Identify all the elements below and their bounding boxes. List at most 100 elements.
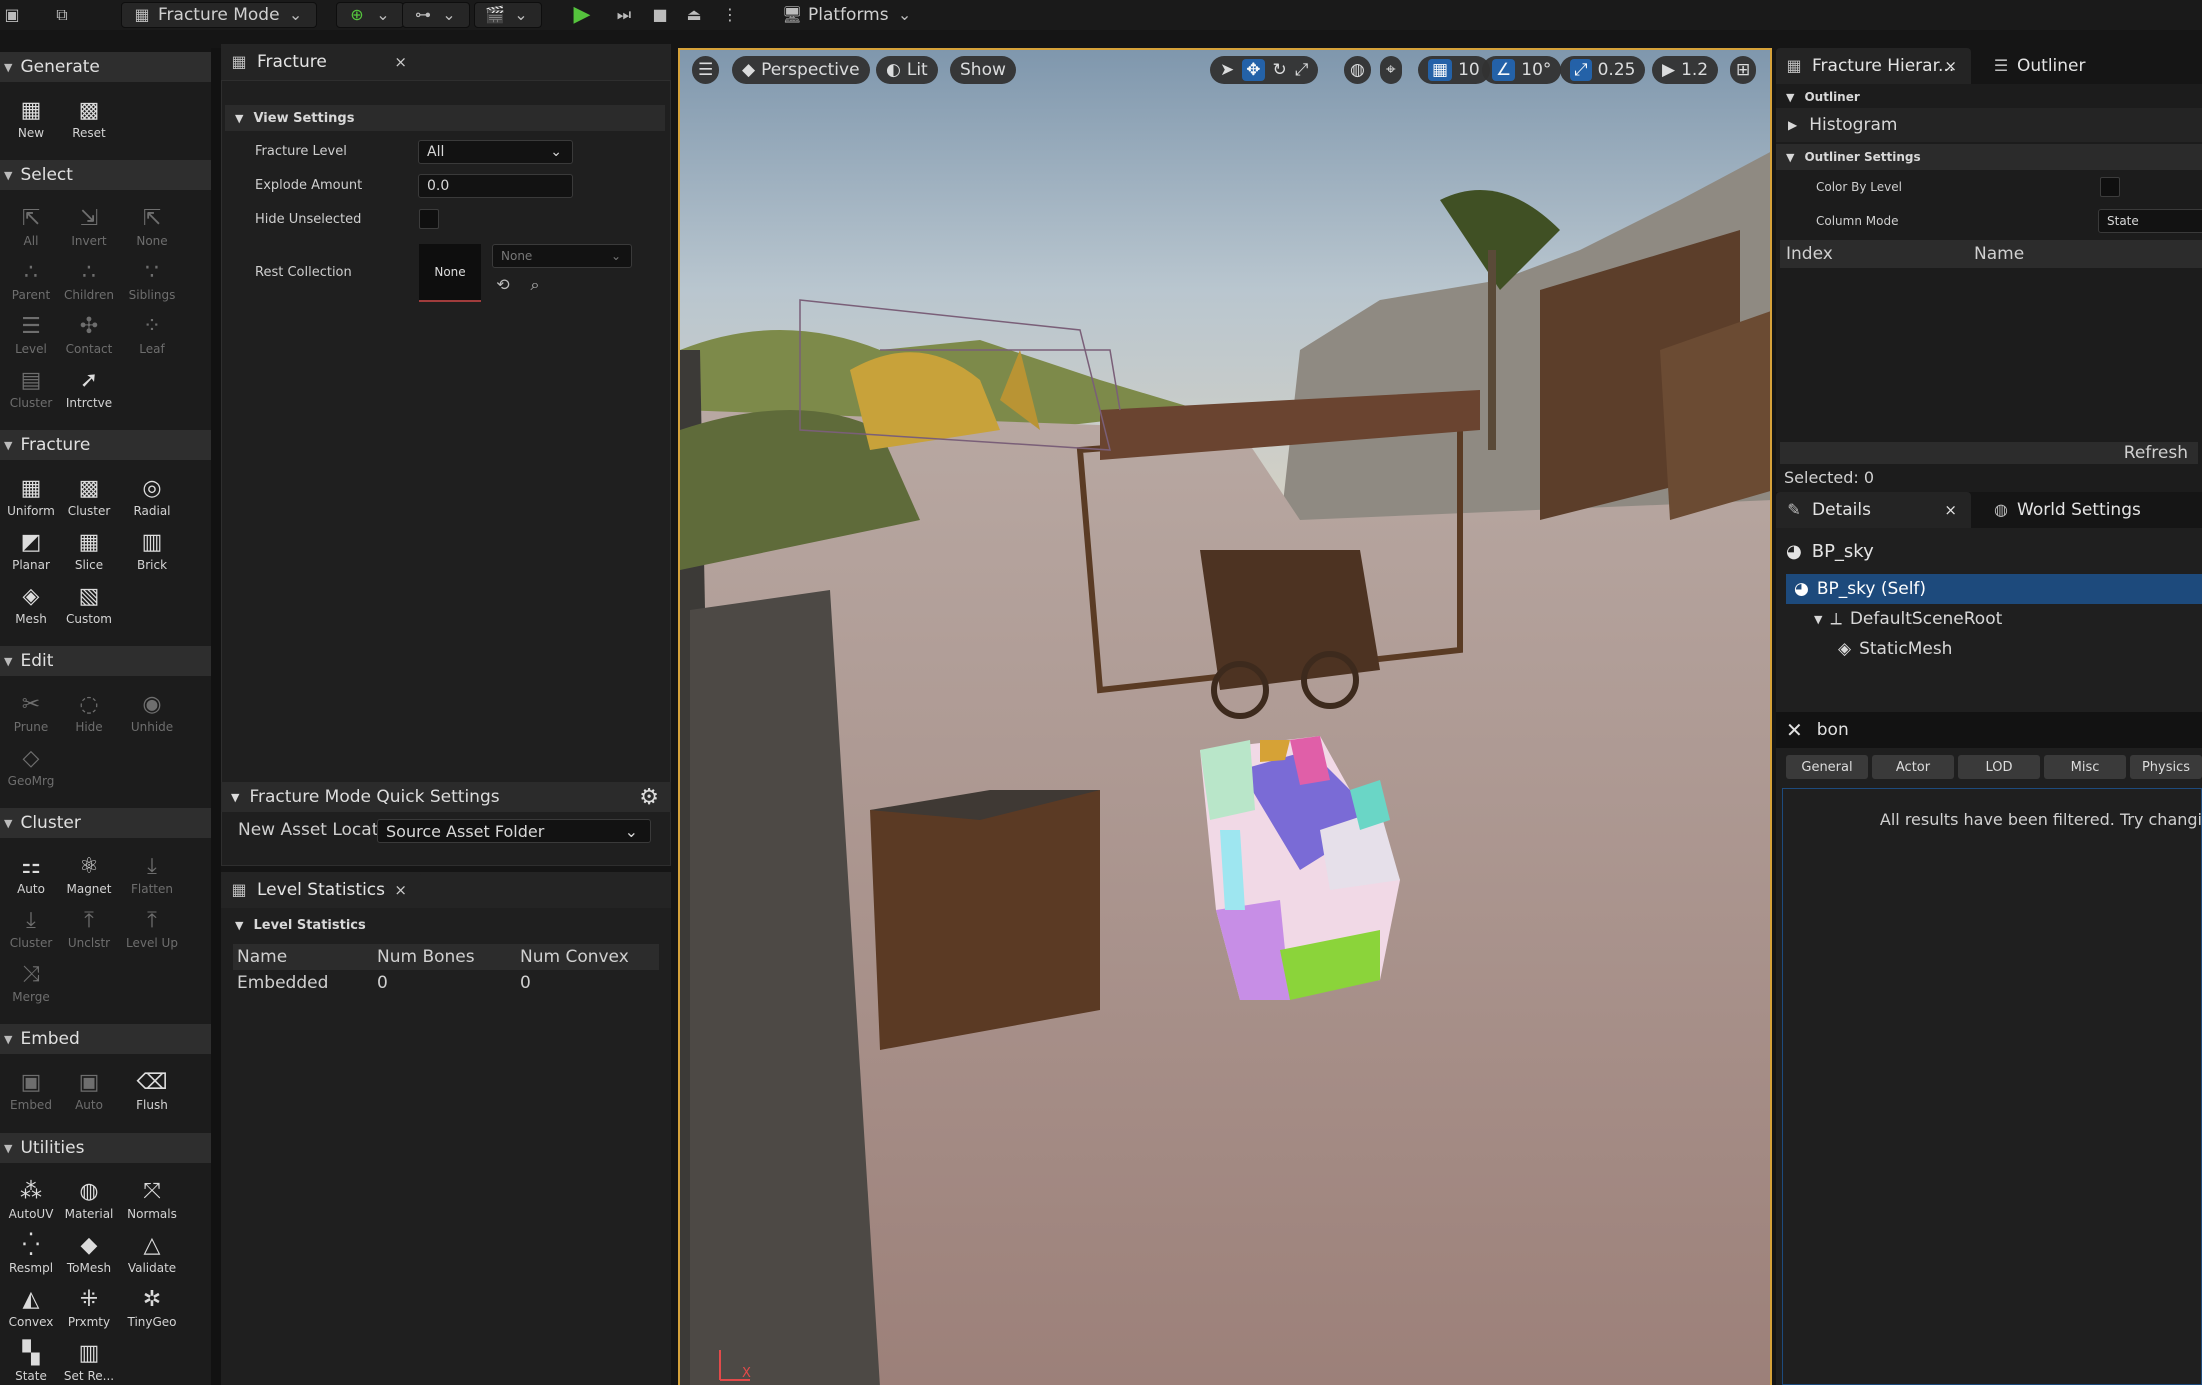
translate-icon[interactable]: ✥ [1242, 59, 1265, 81]
tool-resample[interactable]: ⁛ Resmpl [0, 1231, 62, 1283]
close-icon[interactable]: × [394, 53, 407, 71]
step-icon[interactable]: ⏭ [614, 2, 634, 28]
viewport-menu-button[interactable]: ☰ [692, 56, 720, 84]
gear-icon[interactable]: ⚙ [639, 785, 659, 810]
camera-speed-button[interactable]: ▶ 1.2 [1652, 56, 1719, 84]
section-utilities[interactable]: ▼ Utilities [0, 1133, 211, 1163]
tool-unhide[interactable]: ◉ Unhide [121, 690, 183, 742]
tab-fracture-hierarchy[interactable]: ▦ Fracture Hierar... × [1776, 48, 1971, 84]
refresh-button[interactable]: Refresh [1780, 442, 2198, 464]
save-icon[interactable]: ▣ [2, 2, 22, 28]
tool-new[interactable]: ▦ New [0, 96, 62, 148]
tab-outliner[interactable]: ☰ Outliner [1983, 48, 2086, 84]
details-search-input[interactable]: ✕ bon [1776, 712, 2202, 748]
tool-autouv[interactable]: ⁂ AutoUV [0, 1177, 62, 1229]
outliner-section-header[interactable]: ▼ Outliner [1776, 84, 2202, 110]
tab-level-statistics[interactable]: ▦ Level Statistics × [221, 872, 421, 908]
tool-cluster-select[interactable]: ▤ Cluster [0, 366, 62, 418]
tool-proximity[interactable]: ⁜ Prxmty [58, 1285, 120, 1337]
content-browser-icon[interactable]: ⧉ [52, 2, 72, 28]
tool-parent[interactable]: ∴ Parent [0, 258, 62, 310]
close-icon[interactable]: × [1944, 57, 1957, 75]
tab-fracture[interactable]: ▦ Fracture × [221, 44, 421, 80]
use-selected-icon[interactable]: ⟲ [493, 275, 513, 295]
rest-collection-select[interactable]: None ⌄ [492, 244, 632, 268]
tool-uniform[interactable]: ▦ Uniform [0, 474, 62, 526]
scale-snap-button[interactable]: ⤢ 0.25 [1560, 56, 1646, 84]
tool-level-up[interactable]: ⤒ Level Up [121, 906, 183, 958]
tool-uncluster[interactable]: ⤒ Unclstr [58, 906, 120, 958]
tool-invert[interactable]: ⇲ Invert [58, 204, 120, 256]
tool-auto-cluster[interactable]: ⚏ Auto [0, 852, 62, 904]
add-actor-button[interactable]: ⊕ ⌄ [336, 2, 404, 28]
tool-magnet[interactable]: ⚛ Magnet [58, 852, 120, 904]
tool-convex[interactable]: ◭ Convex [0, 1285, 62, 1337]
new-asset-location-select[interactable]: Source Asset Folder ⌄ [377, 819, 651, 843]
tool-siblings[interactable]: ∵ Siblings [121, 258, 183, 310]
fracture-level-select[interactable]: All ⌄ [418, 140, 573, 164]
tool-cluster-fracture[interactable]: ▩ Cluster [58, 474, 120, 526]
column-mode-select[interactable]: State [2098, 209, 2202, 233]
select-icon[interactable]: ➤ [1220, 60, 1234, 80]
tool-prune[interactable]: ✂ Prune [0, 690, 62, 742]
rotate-icon[interactable]: ↻ [1273, 60, 1287, 80]
perspective-button[interactable]: ◆ Perspective [732, 56, 870, 84]
tool-material[interactable]: ◍ Material [58, 1177, 120, 1229]
tree-item-scene-root[interactable]: ▼ ⟂ DefaultSceneRoot [1814, 604, 2002, 634]
tool-slice[interactable]: ▦ Slice [58, 528, 120, 580]
section-cluster[interactable]: ▼ Cluster [0, 808, 211, 838]
tool-contact[interactable]: ✣ Contact [58, 312, 120, 364]
hide-unselected-checkbox[interactable] [419, 209, 439, 229]
lit-button[interactable]: ◐ Lit [876, 56, 938, 84]
tool-select-none[interactable]: ⇱ None [121, 204, 183, 256]
rest-collection-thumbnail[interactable]: None [419, 244, 481, 302]
table-row[interactable]: Embedded 0 0 [233, 970, 659, 996]
browse-icon[interactable]: ⌕ [525, 275, 545, 295]
scale-icon[interactable]: ⤢ [1295, 60, 1309, 80]
histogram-header[interactable]: ▶ Histogram [1776, 108, 2202, 142]
stop-icon[interactable]: ■ [650, 2, 670, 28]
grid-snap-button[interactable]: ▦ 10 [1418, 56, 1490, 84]
filter-misc[interactable]: Misc [2044, 755, 2126, 779]
level-statistics-header[interactable]: ▼ Level Statistics [225, 912, 665, 938]
tool-normals[interactable]: ⤧ Normals [121, 1177, 183, 1229]
tool-state[interactable]: ▚ State [0, 1339, 62, 1385]
close-icon[interactable]: × [394, 881, 407, 899]
tool-flush[interactable]: ⌫ Flush [121, 1068, 183, 1120]
tool-children[interactable]: ∴ Children [58, 258, 120, 310]
tool-auto-embed[interactable]: ▣ Auto [58, 1068, 120, 1120]
more-icon[interactable]: ⋮ [720, 2, 740, 28]
platforms-dropdown[interactable]: 🖥 Platforms ⌄ [782, 2, 915, 28]
section-fracture[interactable]: ▼ Fracture [0, 430, 211, 460]
blueprint-button[interactable]: ⊶ ⌄ [402, 2, 470, 28]
tree-item-self[interactable]: ◕ BP_sky (Self) [1786, 574, 2202, 604]
section-select[interactable]: ▼ Select [0, 160, 211, 190]
tool-custom[interactable]: ▧ Custom [58, 582, 120, 634]
filter-lod[interactable]: LOD [1958, 755, 2040, 779]
tool-merge[interactable]: ⤨ Merge [0, 960, 62, 1012]
rotation-snap-button[interactable]: ∠ 10° [1482, 56, 1562, 84]
surface-snap-button[interactable]: ⌖ [1380, 56, 1402, 84]
tab-details[interactable]: ✎ Details × [1776, 492, 1971, 528]
filter-physics[interactable]: Physics [2130, 755, 2202, 779]
tab-world-settings[interactable]: ◍ World Settings [1983, 492, 2141, 528]
tool-cluster[interactable]: ⤓ Cluster [0, 906, 62, 958]
filter-actor[interactable]: Actor [1872, 755, 1954, 779]
viewport-layout-button[interactable]: ⊞ [1730, 56, 1757, 84]
outliner-settings-header[interactable]: ▼ Outliner Settings [1776, 144, 2202, 170]
tool-interactive[interactable]: ➚ Intrctve [58, 366, 120, 418]
world-local-button[interactable]: ◍ [1344, 56, 1371, 84]
level-viewport[interactable]: X ☰ ◆ Perspective ◐ Lit Show ➤ ✥ ↻ ⤢ ◍ ⌖ ▦… [678, 48, 1772, 1385]
view-settings-header[interactable]: ▼ View Settings [225, 105, 665, 131]
filter-general[interactable]: General [1786, 755, 1868, 779]
tool-select-all[interactable]: ⇱ All [0, 204, 62, 256]
section-embed[interactable]: ▼ Embed [0, 1024, 211, 1054]
eject-icon[interactable]: ⏏ [684, 2, 704, 28]
tool-tinygeo[interactable]: ✲ TinyGeo [121, 1285, 183, 1337]
tool-leaf[interactable]: ⁘ Leaf [121, 312, 183, 364]
section-generate[interactable]: ▼ Generate [0, 52, 211, 82]
close-icon[interactable]: × [1944, 501, 1957, 519]
tool-reset[interactable]: ▩ Reset [58, 96, 120, 148]
play-icon[interactable]: ▶ [572, 2, 592, 28]
tree-item-static-mesh[interactable]: ◈ StaticMesh [1838, 634, 1952, 664]
